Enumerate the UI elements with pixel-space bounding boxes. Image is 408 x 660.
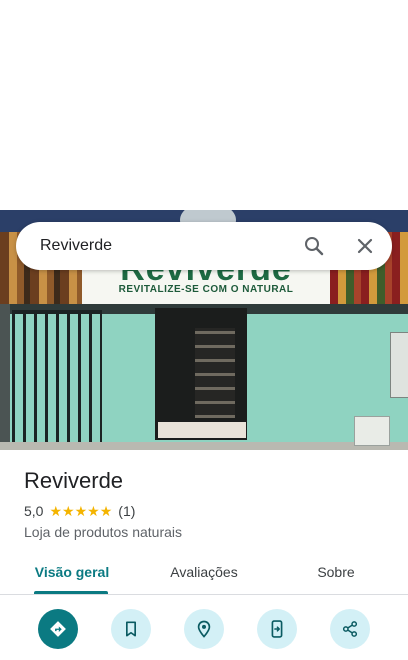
nearby-button[interactable] [184, 609, 224, 649]
photo-meter [354, 416, 390, 446]
tab-overview[interactable]: Visão geral [24, 552, 120, 592]
blank-area [0, 0, 408, 210]
search-input[interactable]: Reviverde [40, 236, 112, 256]
photo-mat [158, 422, 246, 438]
rating-stars: ★ ★ ★ ★ ★ [49, 503, 112, 519]
save-button[interactable] [111, 609, 151, 649]
rating-value: 5,0 [24, 503, 44, 519]
close-icon[interactable] [353, 234, 377, 258]
star-icon: ★ [74, 503, 88, 519]
send-to-phone-icon [271, 620, 283, 638]
photo-rack [195, 328, 235, 418]
directions-button[interactable] [38, 609, 78, 649]
star-icon: ★ [62, 503, 75, 519]
photo-box [390, 332, 408, 398]
store-sign-tagline: REVITALIZE-SE COM O NATURAL [118, 284, 294, 295]
star-icon: ★ [99, 503, 113, 519]
rating-row[interactable]: 5,0 ★ ★ ★ ★ ★ (1) [24, 502, 135, 520]
photo-gate [12, 310, 102, 450]
tab-about[interactable]: Sobre [300, 552, 372, 592]
action-row [0, 608, 408, 660]
send-to-phone-button[interactable] [257, 609, 297, 649]
tab-reviews[interactable]: Avaliações [156, 552, 252, 592]
search-bar[interactable]: Reviverde [16, 222, 392, 270]
share-button[interactable] [330, 609, 370, 649]
star-icon: ★ [87, 503, 100, 519]
bookmark-icon [126, 621, 136, 637]
star-icon: ★ [49, 503, 63, 519]
review-count[interactable]: (1) [118, 503, 135, 519]
photo-door [155, 308, 247, 440]
active-tab-indicator [34, 591, 108, 594]
share-icon [342, 621, 358, 637]
photo-post [0, 304, 10, 450]
search-icon[interactable] [302, 234, 326, 258]
directions-icon [50, 621, 66, 637]
nearby-icon [197, 620, 211, 638]
tab-bar: Visão geral Avaliações Sobre [0, 552, 408, 595]
photo-ground [0, 442, 408, 450]
place-category: Loja de produtos naturais [24, 524, 182, 540]
place-title: Reviverde [24, 468, 124, 493]
